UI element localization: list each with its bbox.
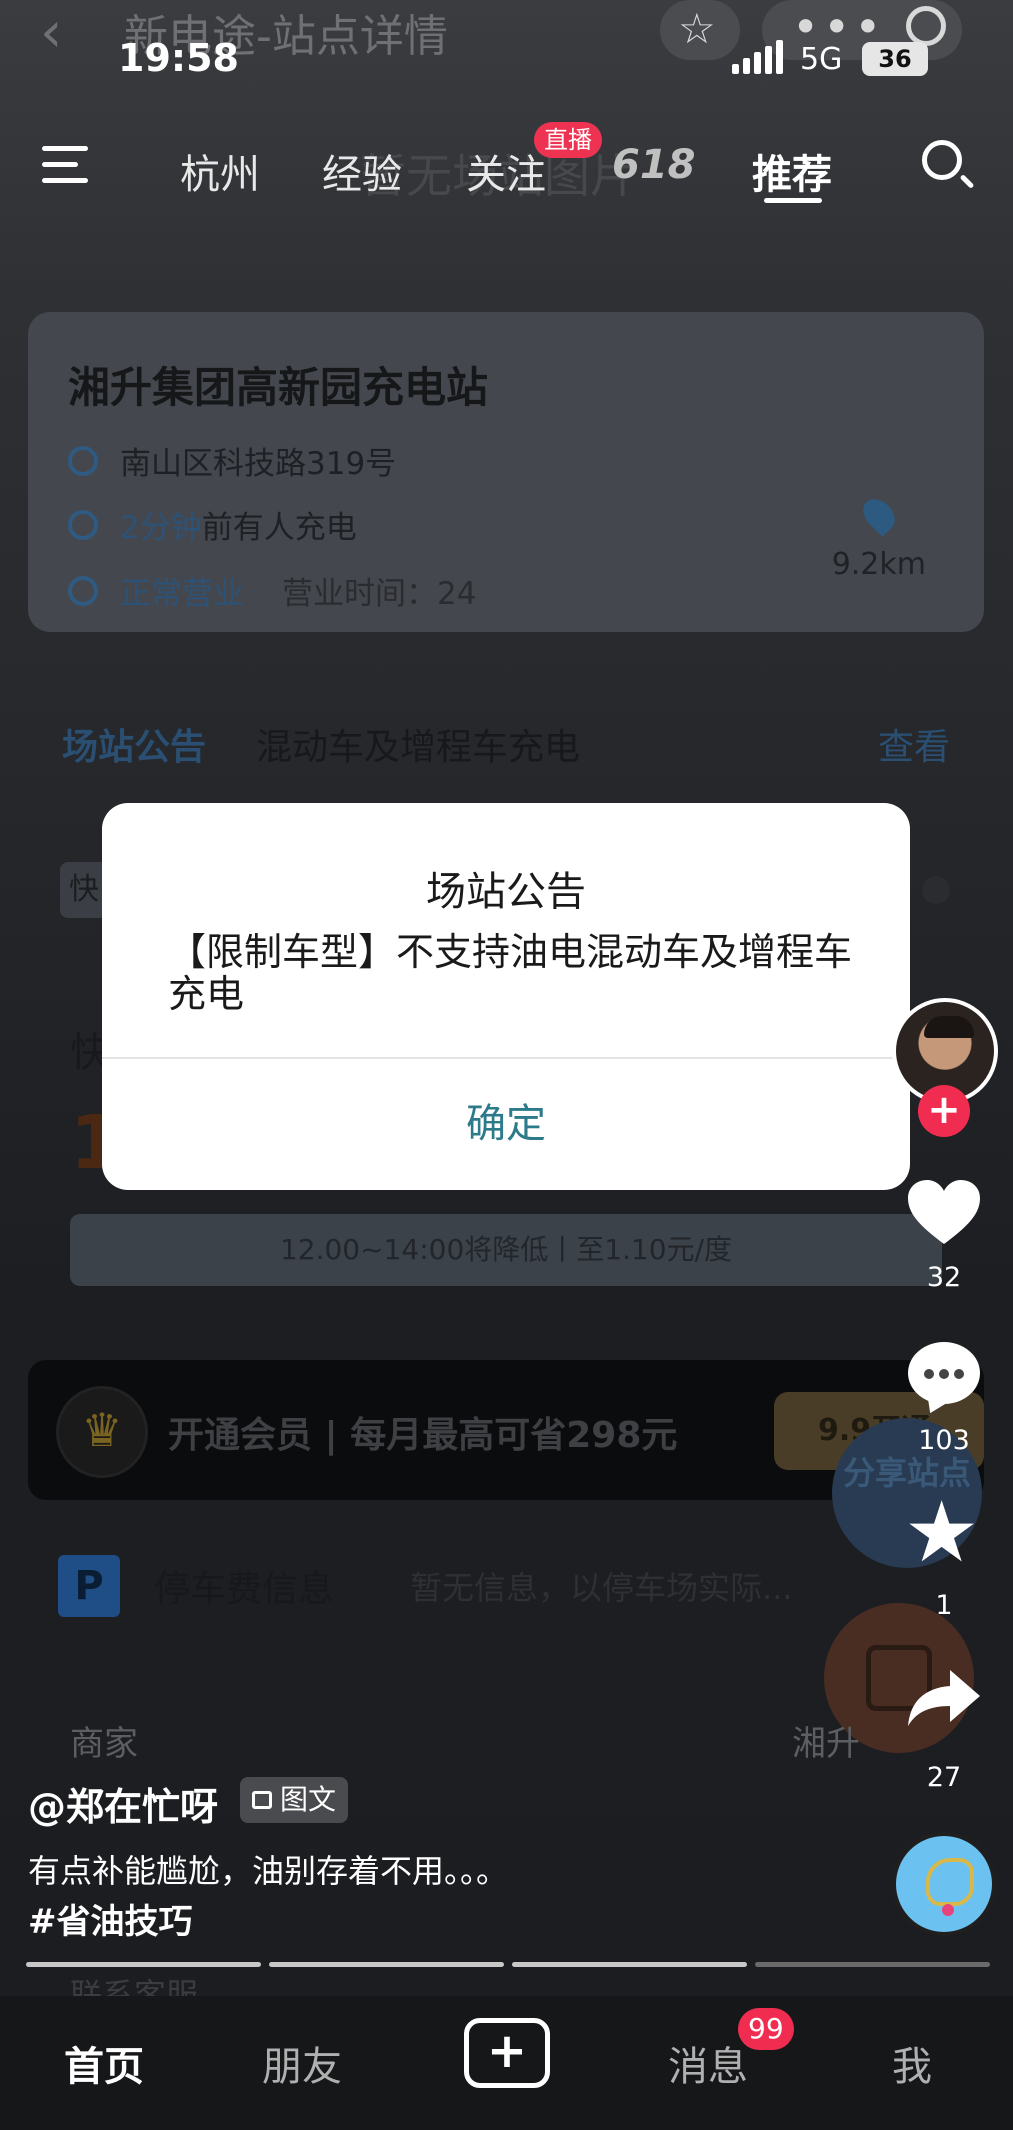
business-status-row: 正常营业 营业时间：24 <box>68 568 476 613</box>
signal-icon <box>732 40 783 74</box>
favorite-star-icon[interactable]: ★ <box>904 1490 979 1574</box>
recent-charge-row: 2分钟前有人充电 <box>68 502 357 547</box>
post-hashtag[interactable]: #省油技巧 <box>28 1894 193 1943</box>
vip-text: 开通会员 | 每月最高可省298元 <box>168 1415 678 1456</box>
clock-time: 19:58 <box>118 36 239 80</box>
tab-recommend[interactable]: 推荐 <box>752 142 832 200</box>
notice-view-link[interactable]: 查看 <box>878 718 950 770</box>
menu-icon[interactable] <box>42 146 88 194</box>
notice-dialog: 场站公告 【限制车型】不支持油电混动车及增程车充电 确定 <box>102 803 910 1190</box>
post-caption: 有点补能尴尬，油别存着不用。。。 <box>28 1852 509 1890</box>
station-name: 湘升集团高新园充电站 <box>68 363 489 412</box>
fast-charge-tag: 快 <box>60 862 108 918</box>
progress-segment <box>269 1962 504 1967</box>
station-info-card: 湘升集团高新园充电站 南山区科技路319号 2分钟前有人充电 正常营业 营业时间… <box>28 312 984 632</box>
navigation-pin-icon <box>856 493 901 537</box>
post-type-badge: 图文 <box>240 1777 349 1823</box>
progress-segment <box>26 1962 261 1967</box>
notice-row[interactable]: 场站公告 混动车及增程车充电 查看 <box>62 718 950 770</box>
screen: 暂无场站图片 湘升集团高新园充电站 南山区科技路319号 2分钟前有人充电 正常… <box>0 0 1013 2130</box>
post-type-label: 图文 <box>280 1783 337 1816</box>
notice-tag: 场站公告 <box>62 727 207 768</box>
business-status: 正常营业 <box>120 576 244 612</box>
music-disc[interactable] <box>892 1832 996 1936</box>
favorite-count: 1 <box>935 1590 953 1621</box>
nav-me[interactable]: 我 <box>892 2034 932 2092</box>
tab-618[interactable]: 618 <box>612 142 696 188</box>
close-miniapp-icon[interactable] <box>906 6 946 46</box>
image-progress <box>26 1962 990 1967</box>
doodle-icon <box>926 1858 974 1906</box>
distance-value: 9.2km <box>831 547 926 582</box>
live-badge: 直播 <box>534 122 602 158</box>
create-plus-button[interactable]: + <box>464 2018 550 2088</box>
distance-block[interactable]: 9.2km <box>831 493 926 582</box>
share-icon[interactable] <box>906 1668 982 1728</box>
progress-segment <box>755 1962 990 1967</box>
parking-info: 暂无信息，以停车场实际... <box>410 1569 793 1607</box>
confirm-button[interactable]: 确定 <box>102 1059 910 1190</box>
search-icon[interactable] <box>922 140 962 180</box>
price-drop-banner: 12.00~14:00将降低丨至1.10元/度 <box>70 1214 942 1286</box>
follow-plus-button[interactable]: + <box>918 1085 970 1137</box>
heart-icon[interactable] <box>906 1178 982 1246</box>
tab-following[interactable]: 关注 <box>466 142 546 200</box>
parking-fee-row[interactable]: P 停车费信息 暂无信息，以停车场实际... <box>58 1555 958 1617</box>
battery-level: 36 <box>862 42 928 76</box>
address-row: 南山区科技路319号 <box>68 438 396 483</box>
merchant-value: 湘升 <box>792 1724 860 1764</box>
nav-home[interactable]: 首页 <box>64 2034 144 2092</box>
status-clock-icon <box>68 575 98 606</box>
clock-icon <box>68 509 98 540</box>
share-count: 27 <box>926 1762 962 1793</box>
disc-dot <box>942 1904 954 1916</box>
recent-charge-time: 2分钟 <box>120 510 202 546</box>
active-tab-indicator <box>764 198 822 203</box>
parking-icon: P <box>58 1555 120 1617</box>
like-count: 32 <box>926 1262 962 1293</box>
address-text: 南山区科技路319号 <box>120 446 397 482</box>
comment-count: 103 <box>918 1425 970 1456</box>
parking-label: 停车费信息 <box>154 1569 335 1610</box>
messages-badge: 99 <box>738 2008 794 2050</box>
merchant-label: 商家 <box>70 1724 138 1764</box>
business-hours: 营业时间：24 <box>282 576 477 612</box>
author-name[interactable]: @郑在忙呀 <box>28 1776 218 1831</box>
crown-icon: ♛ <box>56 1386 148 1478</box>
nav-friends[interactable]: 朋友 <box>262 2034 342 2092</box>
dialog-title: 场站公告 <box>426 869 586 915</box>
progress-segment <box>512 1962 747 1967</box>
bottom-nav: 首页 朋友 + 消息 99 我 <box>0 1996 1013 2130</box>
status-bar: ‹ 新电途-站点详情 ☆ ••• 19:58 5G 36 <box>0 0 1013 100</box>
star-outline-icon[interactable]: ☆ <box>678 4 716 53</box>
notice-text: 混动车及增程车充电 <box>256 727 581 768</box>
network-type: 5G <box>800 42 843 77</box>
dialog-body: 【限制车型】不支持油电混动车及增程车充电 <box>168 930 853 1016</box>
location-pin-icon <box>68 445 98 476</box>
image-text-icon <box>252 1791 272 1809</box>
tab-hangzhou[interactable]: 杭州 <box>180 142 260 200</box>
recent-charge-text: 前有人充电 <box>201 510 357 546</box>
chevron-right-icon[interactable] <box>922 876 950 904</box>
tab-experience[interactable]: 经验 <box>322 142 402 200</box>
nav-messages[interactable]: 消息 <box>668 2034 748 2092</box>
comment-icon[interactable] <box>908 1342 980 1404</box>
back-icon[interactable]: ‹ <box>40 0 62 65</box>
